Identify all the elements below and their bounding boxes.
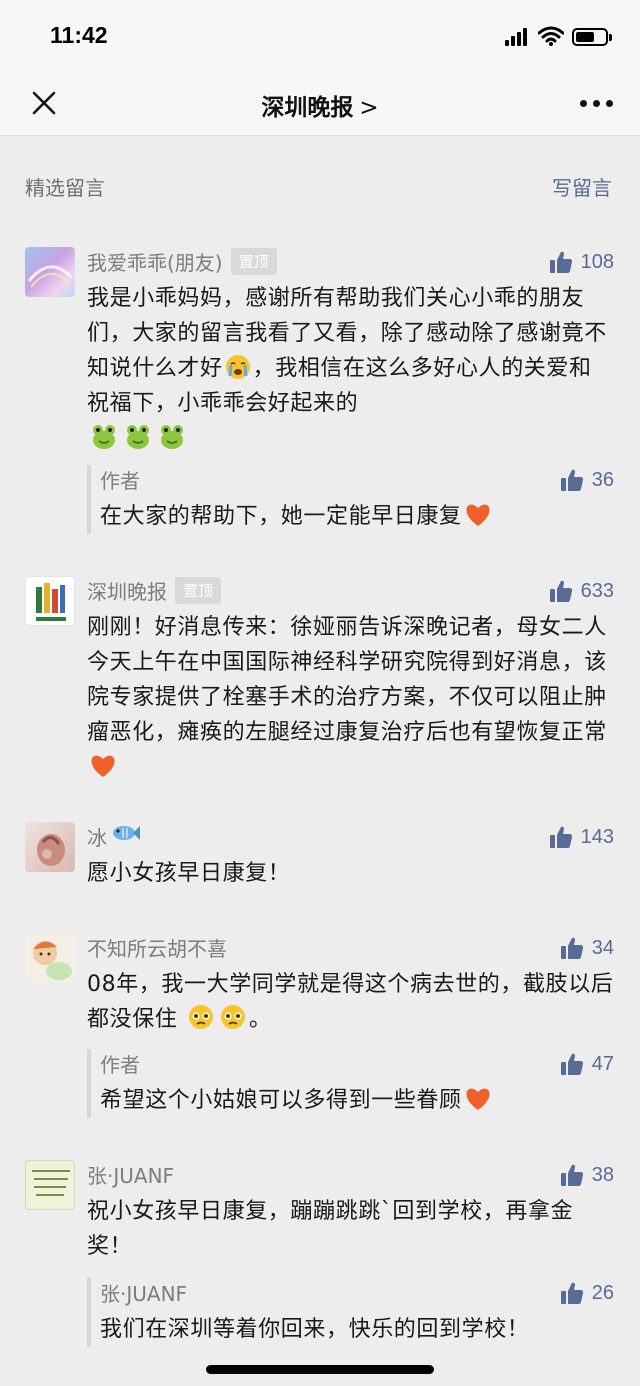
avatar[interactable]: [25, 1160, 75, 1210]
signal-icon: [505, 28, 531, 46]
thumbs-up-icon: [560, 1053, 583, 1075]
avatar[interactable]: [25, 933, 75, 983]
avatar[interactable]: [25, 576, 75, 626]
reply-text-part: 在大家的帮助下，她一定能早日康复: [100, 504, 462, 529]
crying-emoji: [225, 355, 250, 379]
like-button[interactable]: 26: [560, 1278, 614, 1308]
like-count: 26: [591, 1281, 614, 1304]
reply-nickname: 作者: [100, 469, 140, 493]
fish-emoji: [113, 826, 140, 840]
comment-text-part: 刚刚！好消息传来：徐娅丽告诉深晚记者，母女二人今天上午在中国国际神经科学研究院得…: [87, 615, 607, 745]
thumbs-up-icon: [560, 469, 583, 491]
heart-icon: [466, 504, 490, 526]
reply-text: 我们在深圳等着你回来，快乐的回到学校！: [100, 1317, 530, 1342]
like-button[interactable]: 38: [560, 1160, 614, 1190]
reply-text: 在大家的帮助下，她一定能早日康复: [100, 499, 614, 534]
frog-emoji: [161, 425, 183, 449]
status-time: 11:42: [50, 22, 108, 48]
reply-nickname: 张·JUANF: [100, 1282, 188, 1306]
like-button[interactable]: 108: [549, 247, 614, 277]
like-button[interactable]: 36: [560, 465, 614, 495]
comment-text-part: 。: [249, 1007, 272, 1032]
status-bar: 11:42: [0, 0, 640, 70]
reply-text: 希望这个小姑娘可以多得到一些眷顾: [100, 1083, 614, 1118]
thumbs-up-icon: [560, 937, 583, 959]
avatar[interactable]: [25, 822, 75, 872]
like-button[interactable]: 47: [560, 1049, 614, 1079]
thumbs-up-icon: [549, 251, 572, 273]
comment-text: 祝小女孩早日康复，蹦蹦跳跳`回到学校，再拿金奖！: [87, 1199, 574, 1259]
heart-icon: [466, 1088, 490, 1110]
comments-header: 精选留言 写留言: [0, 170, 640, 206]
nav-bar: 深圳晚报 >: [0, 70, 640, 136]
comment-nickname: 张·JUANF: [87, 1164, 175, 1188]
like-count: 34: [591, 936, 614, 959]
pinned-badge: 置顶: [175, 577, 222, 604]
pinned-badge: 置顶: [230, 248, 277, 275]
comment-text: 刚刚！好消息传来：徐娅丽告诉深晚记者，母女二人今天上午在中国国际神经科学研究院得…: [87, 610, 614, 785]
frog-emoji: [127, 425, 149, 449]
frog-emoji: [93, 425, 115, 449]
comment-text: 愿小女孩早日康复！: [87, 861, 291, 886]
thumbs-up-icon: [549, 580, 572, 602]
reply-nickname: 作者: [100, 1053, 140, 1077]
more-icon[interactable]: [580, 100, 614, 108]
like-count: 36: [591, 468, 614, 491]
reply-text-part: 希望这个小姑娘可以多得到一些眷顾: [100, 1088, 462, 1113]
author-reply: 作者 47 希望这个小姑娘可以多得到一些眷顾: [87, 1049, 614, 1118]
wifi-icon: [538, 26, 564, 46]
comment-text: 我是小乖妈妈，感谢所有帮助我们关心小乖的朋友们，大家的留言我看了又看，除了感动除…: [87, 281, 614, 457]
page-title[interactable]: 深圳晚报 >: [0, 88, 640, 122]
battery-icon: [572, 28, 612, 46]
like-count: 633: [580, 579, 614, 602]
like-button[interactable]: 34: [560, 933, 614, 963]
home-indicator[interactable]: [206, 1365, 434, 1374]
thumbs-up-icon: [560, 1282, 583, 1304]
comment-nickname: 深圳晚报: [87, 580, 167, 604]
heart-icon: [91, 755, 115, 777]
chevron-right-icon: >: [359, 95, 379, 121]
author-reply: 张·JUANF 26 我们在深圳等着你回来，快乐的回到学校！: [87, 1278, 614, 1347]
like-count: 47: [591, 1052, 614, 1075]
like-count: 38: [591, 1163, 614, 1186]
page-title-text: 深圳晚报: [261, 95, 354, 121]
comment-nickname: 我爱乖乖(朋友): [87, 251, 223, 275]
pleading-emoji: [189, 1005, 213, 1029]
write-comment-link[interactable]: 写留言: [552, 172, 612, 201]
comment-nickname: 不知所云胡不喜: [87, 937, 227, 961]
like-button[interactable]: 143: [549, 822, 614, 852]
like-count: 143: [580, 825, 614, 848]
thumbs-up-icon: [560, 1164, 583, 1186]
like-button[interactable]: 633: [549, 576, 614, 606]
comment-nickname: 冰: [87, 826, 107, 850]
pleading-emoji: [221, 1005, 245, 1029]
author-reply: 作者 36 在大家的帮助下，她一定能早日康复: [87, 465, 614, 534]
section-title: 精选留言: [25, 176, 105, 200]
comment-text: 08年，我一大学同学就是得这个病去世的，截肢以后都没保住 。: [87, 967, 614, 1037]
comment-text-part: 08年，我一大学同学就是得这个病去世的，截肢以后都没保住: [87, 972, 614, 1032]
thumbs-up-icon: [549, 826, 572, 848]
like-count: 108: [580, 250, 614, 273]
avatar[interactable]: [25, 247, 75, 297]
